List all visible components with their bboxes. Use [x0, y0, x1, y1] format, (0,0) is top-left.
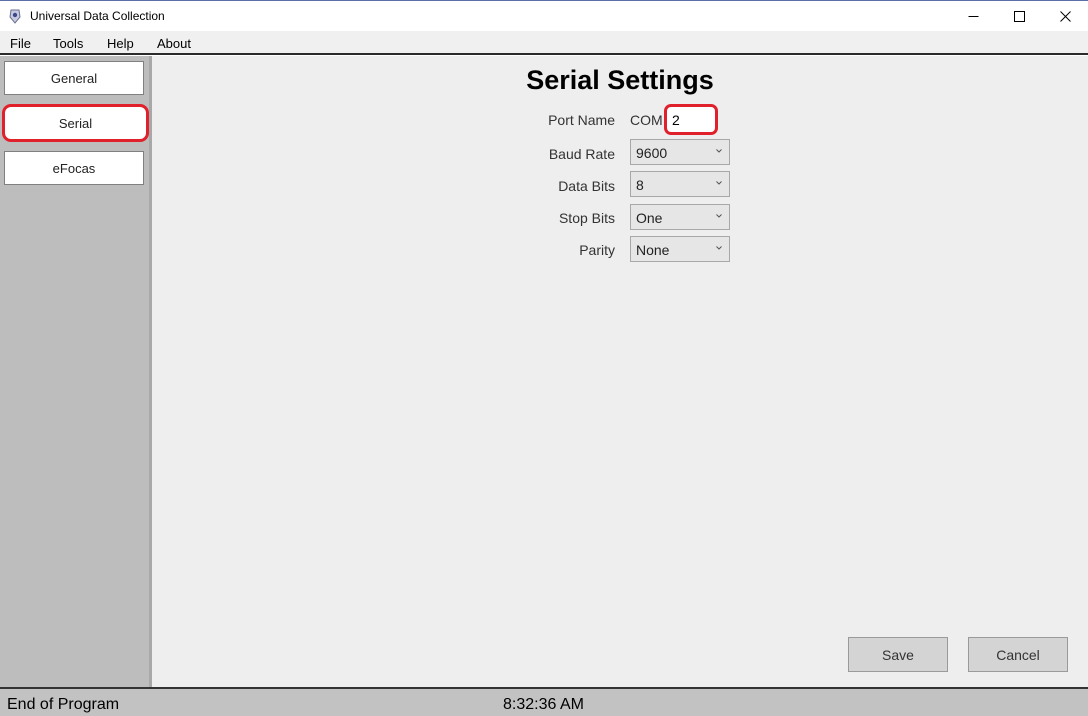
- chevron-down-icon: [716, 246, 722, 250]
- sidebar-item-label: Serial: [58, 115, 93, 131]
- app-icon: [9, 9, 21, 24]
- data-bits-select[interactable]: 8: [630, 171, 730, 197]
- sidebar-item-efocas[interactable]: eFocas: [4, 151, 144, 185]
- port-name-label: Port Name: [548, 112, 615, 128]
- status-clock: 8:32:36 AM: [503, 696, 584, 713]
- status-message: End of Program: [7, 696, 120, 713]
- menu-bar: File Tools Help About: [0, 31, 1088, 55]
- baud-rate-select[interactable]: 9600: [630, 139, 730, 165]
- baud-rate-value: 9600: [636, 145, 668, 161]
- port-number-value: 2: [672, 112, 680, 128]
- data-bits-label: Data Bits: [558, 178, 615, 194]
- parity-value: None: [636, 242, 670, 258]
- data-bits-value: 8: [636, 177, 644, 193]
- window-title: Universal Data Collection: [30, 9, 165, 23]
- menu-tools[interactable]: Tools: [53, 36, 83, 51]
- close-icon: [1059, 10, 1071, 22]
- menu-file[interactable]: File: [10, 36, 31, 51]
- title-bar: Universal Data Collection: [0, 0, 1088, 31]
- cancel-button[interactable]: Cancel: [968, 637, 1068, 672]
- sidebar-item-general[interactable]: General: [4, 61, 144, 95]
- sidebar-item-serial[interactable]: Serial: [2, 104, 149, 142]
- parity-select[interactable]: None: [630, 236, 730, 262]
- page-title: Serial Settings: [526, 65, 714, 95]
- minimize-button[interactable]: [950, 1, 996, 31]
- port-number-input[interactable]: 2: [664, 104, 718, 135]
- stop-bits-value: One: [636, 210, 663, 226]
- menu-help[interactable]: Help: [107, 36, 134, 51]
- close-button[interactable]: [1042, 1, 1088, 31]
- save-button[interactable]: Save: [848, 637, 948, 672]
- stop-bits-select[interactable]: One: [630, 204, 730, 230]
- minimize-icon: [968, 15, 978, 17]
- menu-about[interactable]: About: [157, 36, 191, 51]
- parity-label: Parity: [579, 242, 615, 258]
- maximize-button[interactable]: [996, 1, 1042, 31]
- stop-bits-label: Stop Bits: [558, 210, 615, 226]
- chevron-down-icon: [716, 181, 722, 185]
- maximize-icon: [1013, 10, 1025, 22]
- baud-rate-label: Baud Rate: [548, 146, 615, 162]
- chevron-down-icon: [716, 214, 722, 218]
- sidebar: General Serial eFocas: [0, 56, 152, 687]
- sidebar-item-label: eFocas: [52, 160, 96, 176]
- sidebar-item-label: General: [50, 70, 98, 86]
- com-prefix: COM: [630, 112, 663, 128]
- main-panel: Serial Settings Port Name COM 2 Baud Rat…: [152, 56, 1088, 687]
- status-bar: End of Program 8:32:36 AM: [0, 687, 1088, 716]
- chevron-down-icon: [716, 149, 722, 153]
